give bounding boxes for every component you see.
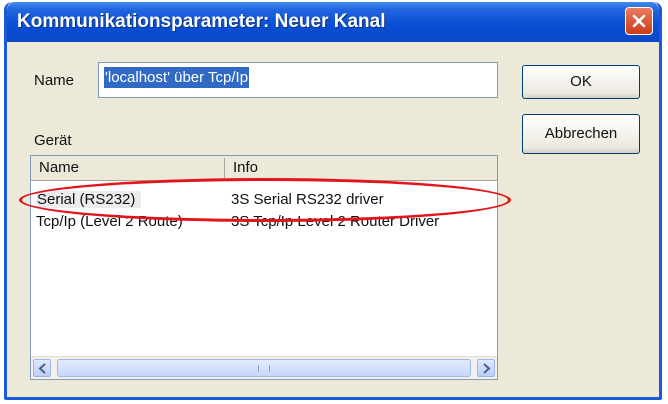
title-bar[interactable]: Kommunikationsparameter: Neuer Kanal xyxy=(7,2,659,42)
dialog-title: Kommunikationsparameter: Neuer Kanal xyxy=(17,11,386,32)
horizontal-scrollbar[interactable] xyxy=(31,356,497,379)
ok-button[interactable]: OK xyxy=(522,65,640,99)
grip-icon xyxy=(258,365,270,372)
column-header-name[interactable]: Name xyxy=(39,159,79,176)
scroll-right-button[interactable] xyxy=(477,359,495,377)
close-button[interactable] xyxy=(625,7,653,35)
highlight-ring xyxy=(19,178,511,222)
name-input[interactable]: 'localhost' über Tcp/Ip xyxy=(98,62,498,98)
close-icon xyxy=(632,14,646,28)
scroll-right-icon xyxy=(483,363,491,374)
column-separator[interactable] xyxy=(224,158,225,178)
name-input-value: 'localhost' über Tcp/Ip xyxy=(104,67,250,88)
column-header-info[interactable]: Info xyxy=(233,159,258,176)
device-group-label: Gerät xyxy=(34,132,72,149)
cancel-button[interactable]: Abbrechen xyxy=(522,114,640,154)
name-label: Name xyxy=(34,72,75,89)
scrollbar-thumb[interactable] xyxy=(57,359,471,377)
scroll-left-button[interactable] xyxy=(33,359,51,377)
dialog-window: Kommunikationsparameter: Neuer Kanal Nam… xyxy=(4,2,662,400)
scroll-left-icon xyxy=(38,363,46,374)
